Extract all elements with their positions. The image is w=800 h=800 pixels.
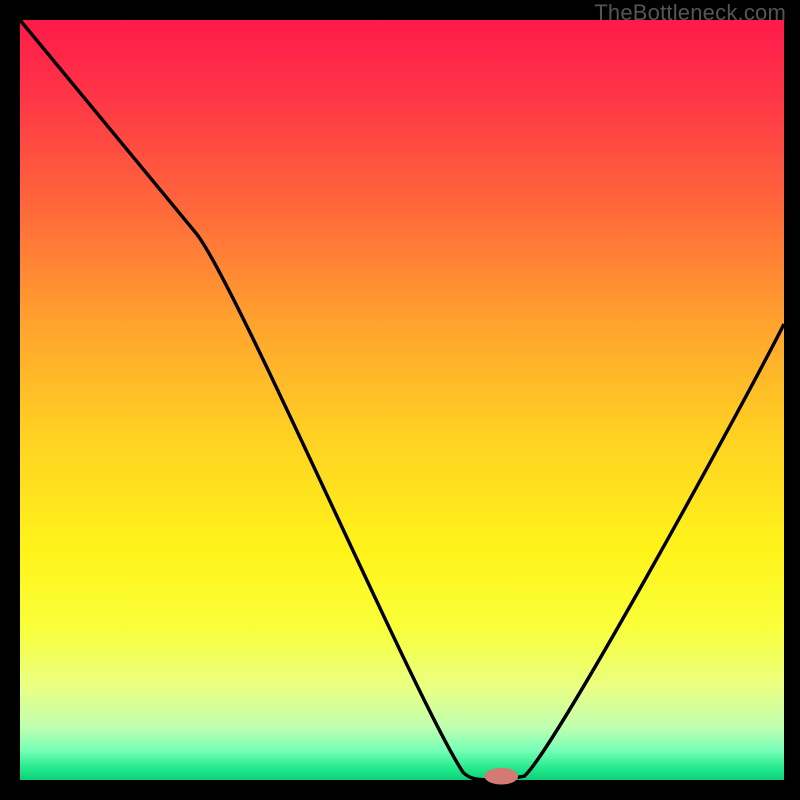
bottleneck-curve-path xyxy=(20,20,784,780)
optimal-point-marker xyxy=(485,768,519,785)
plot-area xyxy=(16,20,784,784)
chart-container: TheBottleneck.com xyxy=(0,0,800,800)
chart-svg xyxy=(20,20,784,780)
